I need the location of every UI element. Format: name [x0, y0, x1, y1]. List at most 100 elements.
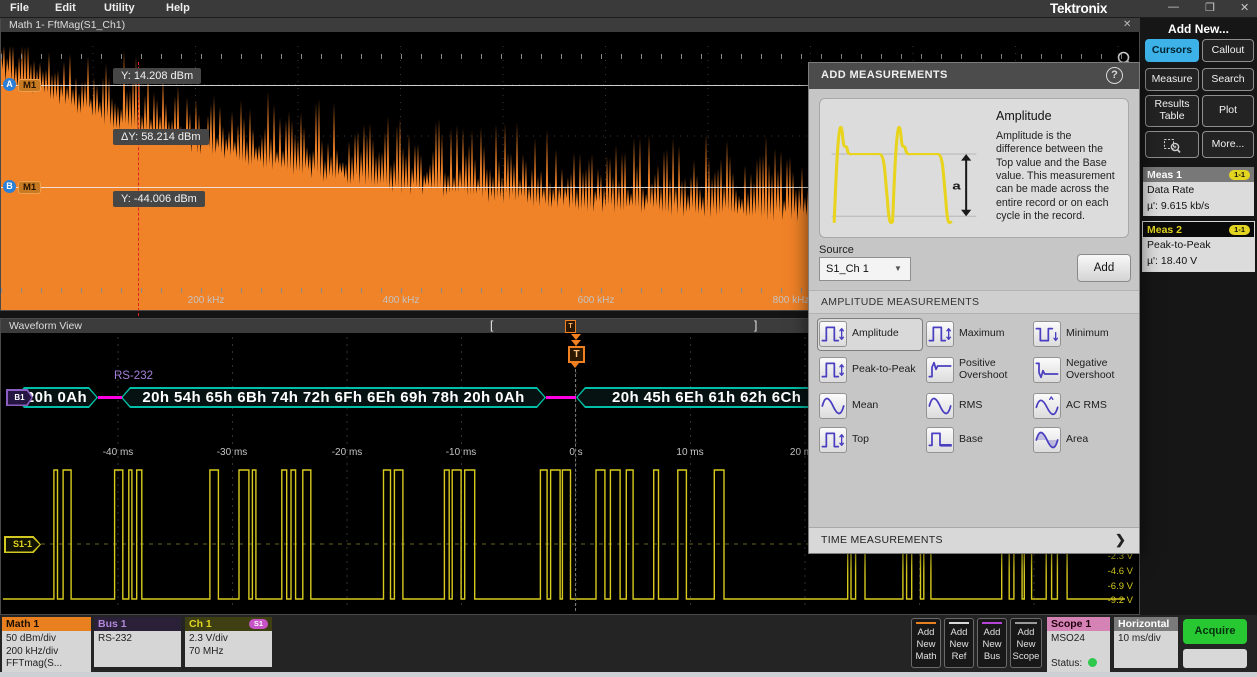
- top-icon[interactable]: [819, 427, 847, 453]
- sidebar-cursors-button[interactable]: Cursors: [1145, 39, 1199, 62]
- restore-button[interactable]: ❐: [1205, 1, 1215, 14]
- maximum-icon[interactable]: [926, 321, 954, 347]
- bus-idle-line: [98, 396, 122, 399]
- minimap-trigger-marker[interactable]: T: [565, 320, 576, 333]
- mean-icon[interactable]: [819, 393, 847, 419]
- bus1-header: Bus 1: [94, 617, 181, 631]
- description-text-block: Amplitude Amplitude is the difference be…: [996, 109, 1120, 223]
- positive-overshoot-icon[interactable]: [926, 357, 954, 383]
- sidebar-zoom-overlay-button[interactable]: [1145, 131, 1199, 158]
- math1-body: 50 dBm/div 200 kHz/div FFTmag(S...: [2, 631, 91, 673]
- bus1-badge[interactable]: Bus 1 RS-232: [94, 617, 181, 667]
- math-color-bar: [916, 622, 936, 624]
- measure-top[interactable]: Top: [819, 426, 921, 454]
- freq-label-600k: 600 kHz: [578, 295, 615, 306]
- freq-label-800k: 800 kHz: [773, 295, 810, 306]
- menu-edit[interactable]: Edit: [55, 2, 76, 14]
- volt-label: -9.2 V: [1097, 595, 1133, 606]
- add-new-scope-button[interactable]: Add New Scope: [1010, 618, 1042, 668]
- sidebar-callout-button[interactable]: Callout: [1202, 39, 1254, 62]
- measure-label: Peak-to-Peak: [852, 364, 916, 376]
- measure-label: Top: [852, 434, 869, 446]
- minimum-icon[interactable]: [1033, 321, 1061, 347]
- measure-amplitude[interactable]: Amplitude: [819, 320, 921, 348]
- measure-maximum[interactable]: Maximum: [926, 320, 1028, 348]
- sidebar-results-table-button[interactable]: Results Table: [1145, 95, 1199, 127]
- measure-base[interactable]: Base: [926, 426, 1028, 454]
- help-icon[interactable]: ?: [1106, 67, 1123, 84]
- sidebar-more-button[interactable]: More...: [1202, 131, 1254, 158]
- area-icon[interactable]: [1033, 427, 1061, 453]
- menu-utility[interactable]: Utility: [104, 2, 135, 14]
- horizontal-body: 10 ms/div: [1114, 631, 1178, 668]
- digital-channel-flag[interactable]: S1-1: [4, 536, 41, 553]
- cursor-b-source-badge: M1: [18, 181, 41, 194]
- cursor-delta-readout: ΔY: 58.214 dBm: [113, 129, 209, 145]
- zoom-bracket-left[interactable]: [: [490, 318, 493, 332]
- base-icon[interactable]: [926, 427, 954, 453]
- measure-ac-rms[interactable]: AC RMS: [1033, 392, 1135, 420]
- minimize-button[interactable]: —: [1168, 1, 1179, 13]
- bus-b1-badge[interactable]: B1: [6, 389, 33, 406]
- time-measurements-expander[interactable]: TIME MEASUREMENTS ❯: [809, 527, 1139, 553]
- zoom-bracket-right[interactable]: ]: [754, 318, 757, 332]
- description-body: Amplitude is the difference between the …: [996, 130, 1120, 223]
- acquire-button[interactable]: Acquire: [1183, 619, 1247, 644]
- source-dropdown[interactable]: S1_Ch 1 ▼: [819, 257, 911, 281]
- close-button[interactable]: ✕: [1240, 1, 1249, 14]
- measure-minimum[interactable]: Minimum: [1033, 320, 1135, 348]
- measure-label: Amplitude: [852, 328, 899, 340]
- add-button[interactable]: Add: [1077, 254, 1131, 282]
- sidebar-plot-button[interactable]: Plot: [1202, 95, 1254, 127]
- time-label: -30 ms: [217, 447, 248, 458]
- ac-rms-icon[interactable]: [1033, 393, 1061, 419]
- amplitude-icon[interactable]: [819, 321, 847, 347]
- measure-negative-overshoot[interactable]: Negative Overshoot: [1033, 354, 1135, 386]
- math1-badge[interactable]: Math 1 50 dBm/div 200 kHz/div FFTmag(S..…: [2, 617, 91, 673]
- ch1-badge[interactable]: Ch 1 S1 2.3 V/div 70 MHz: [185, 617, 272, 667]
- menu-help[interactable]: Help: [166, 2, 190, 14]
- sidebar-measure-button[interactable]: Measure: [1145, 68, 1199, 91]
- horizontal-badge[interactable]: Horizontal 10 ms/div: [1114, 617, 1178, 668]
- cursor-vertical-line[interactable]: [138, 62, 139, 316]
- measure-positive-overshoot[interactable]: Positive Overshoot: [926, 354, 1028, 386]
- add-new-math-button[interactable]: Add New Math: [911, 618, 941, 668]
- menu-file[interactable]: File: [10, 2, 29, 14]
- meas1-source-pill: 1-1: [1229, 170, 1250, 180]
- math-panel-close-icon[interactable]: ✕: [1123, 18, 1131, 32]
- add-new-bus-button[interactable]: Add New Bus: [977, 618, 1007, 668]
- trigger-flag[interactable]: T: [568, 346, 585, 363]
- menu-bar: File Edit Utility Help Tektronix — ❐ ✕: [0, 0, 1257, 18]
- rms-icon[interactable]: [926, 393, 954, 419]
- annotation-a: a: [952, 179, 961, 192]
- measure-peak-to-peak[interactable]: Peak-to-Peak: [819, 354, 921, 386]
- add-measurements-dialog: ADD MEASUREMENTS ? a Amplitude Amplitude…: [808, 62, 1140, 554]
- ch1-body: 2.3 V/div 70 MHz: [185, 631, 272, 667]
- acquire-secondary-slot[interactable]: [1183, 649, 1247, 668]
- peak-to-peak-icon[interactable]: [819, 357, 847, 383]
- volt-label: -6.9 V: [1097, 581, 1133, 592]
- amplitude-diagram: a: [824, 103, 989, 233]
- dialog-titlebar[interactable]: ADD MEASUREMENTS ?: [809, 63, 1139, 89]
- zoom-overlay-icon: [1162, 135, 1182, 155]
- measure-mean[interactable]: Mean: [819, 392, 921, 420]
- meas1-badge[interactable]: Meas 1 1-1 Data Rate µ': 9.615 kb/s: [1143, 167, 1254, 216]
- cursor-b-handle[interactable]: B: [3, 180, 16, 193]
- scope1-badge[interactable]: Scope 1 MSO24 Status:: [1047, 617, 1110, 672]
- meas2-badge[interactable]: Meas 2 1-1 Peak-to-Peak µ': 18.40 V: [1143, 222, 1254, 271]
- measure-rms[interactable]: RMS: [926, 392, 1028, 420]
- meas2-body: Peak-to-Peak µ': 18.40 V: [1143, 237, 1254, 271]
- bus-color-bar: [982, 622, 1002, 624]
- add-new-ref-button[interactable]: Add New Ref: [944, 618, 974, 668]
- bus-packet: 20h 54h 65h 6Bh 74h 72h 6Fh 6Eh 69h 78h …: [121, 387, 546, 408]
- sidebar-search-button[interactable]: Search: [1202, 68, 1254, 91]
- meas2-header: Meas 2 1-1: [1143, 222, 1254, 237]
- ref-color-bar: [949, 622, 969, 624]
- cursor-a-handle[interactable]: A: [3, 78, 16, 91]
- measure-label: Mean: [852, 400, 878, 412]
- measure-area[interactable]: Area: [1033, 426, 1135, 454]
- horizontal-header: Horizontal: [1114, 617, 1178, 631]
- measurement-description-card: a Amplitude Amplitude is the difference …: [819, 98, 1129, 238]
- negative-overshoot-icon[interactable]: [1033, 357, 1061, 383]
- amplitude-section-header: AMPLITUDE MEASUREMENTS: [809, 290, 1139, 314]
